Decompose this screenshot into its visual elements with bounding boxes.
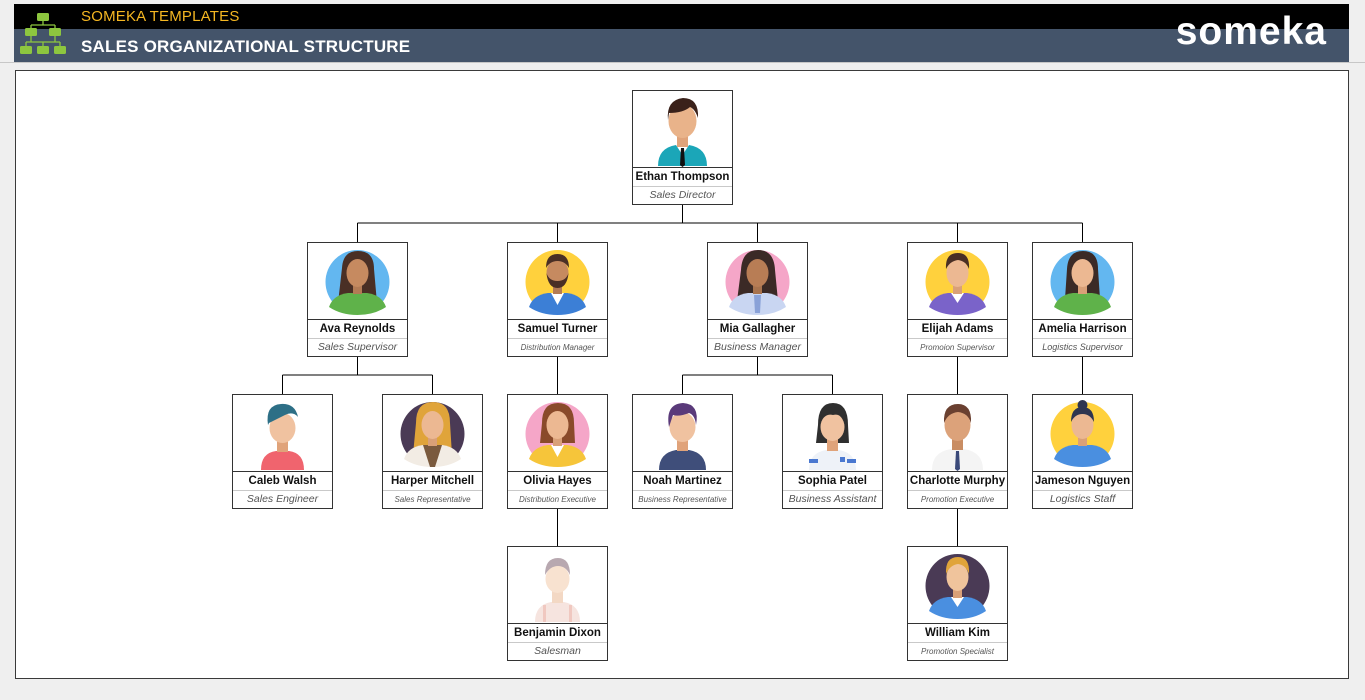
org-card-caleb-walsh[interactable]: Caleb Walsh Sales Engineer [232, 394, 333, 509]
page-title: SALES ORGANIZATIONAL STRUCTURE [81, 37, 411, 56]
org-card-name: Ava Reynolds [308, 319, 407, 338]
man-yellow-circle-purple-shirt-avatar [925, 250, 990, 315]
org-chart-logo-icon [20, 13, 66, 54]
woman-pink-circle-avatar [725, 250, 790, 315]
org-card-role: Business Representative [633, 490, 732, 508]
woman-blue-circle-green-shirt-avatar [1050, 250, 1115, 315]
woman-pink-circle-yellow-avatar [525, 402, 590, 467]
org-card-name: Harper Mitchell [383, 471, 482, 490]
org-card-name: Olivia Hayes [508, 471, 607, 490]
woman-blue-circle-avatar [325, 250, 390, 315]
org-card-charlotte-murphy[interactable]: Charlotte Murphy Promotion Executive [907, 394, 1008, 509]
org-card-william-kim[interactable]: William Kim Promotion Specialist [907, 546, 1008, 661]
org-card-role: Promotion Executive [908, 490, 1007, 508]
someka-wordmark: someka [1175, 10, 1327, 53]
org-card-name: Samuel Turner [508, 319, 607, 338]
org-card-role: Distribution Manager [508, 338, 607, 356]
woman-yellow-circle-blue-avatar [1050, 400, 1115, 467]
org-card-name: Amelia Harrison [1033, 319, 1132, 338]
man-white-shirt-tie-avatar [932, 404, 983, 471]
org-card-benjamin-dixon[interactable]: Benjamin Dixon Salesman [507, 546, 608, 661]
org-card-role: Logistics Staff [1033, 490, 1132, 508]
org-card-amelia-harrison[interactable]: Amelia Harrison Logistics Supervisor [1032, 242, 1133, 357]
org-card-role: Sales Director [633, 186, 732, 204]
connector-ava [282, 356, 433, 394]
org-card-role: Sales Supervisor [308, 338, 407, 356]
connector-director [357, 204, 1083, 242]
org-card-role: Business Manager [708, 338, 807, 356]
org-card-role: Salesman [508, 642, 607, 660]
org-card-role: Business Assistant [783, 490, 882, 508]
header: SOMEKA TEMPLATES SALES ORGANIZATIONAL ST… [14, 4, 1349, 62]
man-purple-hair-avatar [659, 403, 706, 470]
org-card-name: Ethan Thompson [633, 167, 732, 186]
boy-red-shirt-avatar [261, 403, 304, 470]
man-dark-circle-blue-avatar [925, 554, 990, 619]
org-card-noah-martinez[interactable]: Noah Martinez Business Representative [632, 394, 733, 509]
man-teal-shirt-avatar [658, 98, 707, 167]
org-card-name: Elijah Adams [908, 319, 1007, 338]
org-card-ethan-thompson[interactable]: Ethan Thompson Sales Director [632, 90, 733, 205]
org-card-name: Caleb Walsh [233, 471, 332, 490]
org-card-name: Charlotte Murphy [908, 471, 1007, 490]
woman-nurse-avatar [809, 403, 856, 470]
man-faded-avatar [535, 558, 580, 622]
man-yellow-circle-avatar [525, 250, 590, 315]
org-card-elijah-adams[interactable]: Elijah Adams Promoion Supervisor [907, 242, 1008, 357]
org-card-role: Promotion Specialist [908, 642, 1007, 660]
org-card-role: Sales Representative [383, 490, 482, 508]
org-card-jameson-nguyen[interactable]: Jameson Nguyen Logistics Staff [1032, 394, 1133, 509]
connector-mia [682, 356, 833, 394]
org-card-role: Logistics Supervisor [1033, 338, 1132, 356]
brand-label: SOMEKA TEMPLATES [81, 8, 240, 25]
woman-dark-circle-avatar [400, 402, 465, 467]
org-card-name: Benjamin Dixon [508, 623, 607, 642]
org-card-harper-mitchell[interactable]: Harper Mitchell Sales Representative [382, 394, 483, 509]
org-card-name: Sophia Patel [783, 471, 882, 490]
org-card-olivia-hayes[interactable]: Olivia Hayes Distribution Executive [507, 394, 608, 509]
org-chart-canvas: Ethan Thompson Sales Director Ava Reynol… [15, 70, 1349, 679]
org-card-name: Mia Gallagher [708, 319, 807, 338]
org-card-sophia-patel[interactable]: Sophia Patel Business Assistant [782, 394, 883, 509]
org-card-role: Sales Engineer [233, 490, 332, 508]
org-card-role: Distribution Executive [508, 490, 607, 508]
org-card-name: Noah Martinez [633, 471, 732, 490]
org-card-name: William Kim [908, 623, 1007, 642]
org-card-mia-gallagher[interactable]: Mia Gallagher Business Manager [707, 242, 808, 357]
header-divider [0, 62, 1365, 63]
org-card-samuel-turner[interactable]: Samuel Turner Distribution Manager [507, 242, 608, 357]
org-card-role: Promoion Supervisor [908, 338, 1007, 356]
org-card-name: Jameson Nguyen [1033, 471, 1132, 490]
org-card-ava-reynolds[interactable]: Ava Reynolds Sales Supervisor [307, 242, 408, 357]
